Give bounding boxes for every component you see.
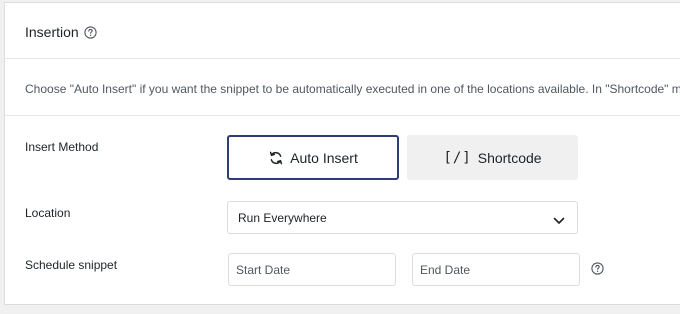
auto-insert-button[interactable]: Auto Insert bbox=[227, 135, 399, 180]
insertion-panel: Insertion Choose "Auto Insert" if you wa… bbox=[4, 2, 680, 305]
section-header: Insertion bbox=[5, 3, 680, 59]
location-label: Location bbox=[25, 206, 71, 220]
location-select[interactable]: Run Everywhere bbox=[227, 201, 578, 234]
end-date-input[interactable] bbox=[412, 253, 580, 286]
schedule-help-icon[interactable] bbox=[591, 262, 604, 275]
shortcode-label: Shortcode bbox=[477, 149, 542, 166]
section-description: Choose "Auto Insert" if you want the sni… bbox=[25, 82, 680, 96]
help-icon[interactable] bbox=[84, 26, 97, 39]
chevron-down-icon bbox=[553, 213, 565, 224]
refresh-icon bbox=[268, 150, 284, 166]
location-selected-value: Run Everywhere bbox=[238, 211, 327, 225]
auto-insert-label: Auto Insert bbox=[290, 149, 358, 166]
start-date-input[interactable] bbox=[228, 253, 396, 286]
insert-method-label: Insert Method bbox=[25, 140, 99, 154]
schedule-label: Schedule snippet bbox=[25, 258, 118, 272]
brackets-icon: [/] bbox=[443, 149, 472, 166]
description-row: Choose "Auto Insert" if you want the sni… bbox=[5, 59, 680, 116]
section-title: Insertion bbox=[25, 24, 79, 40]
shortcode-button[interactable]: [/] Shortcode bbox=[407, 135, 578, 180]
